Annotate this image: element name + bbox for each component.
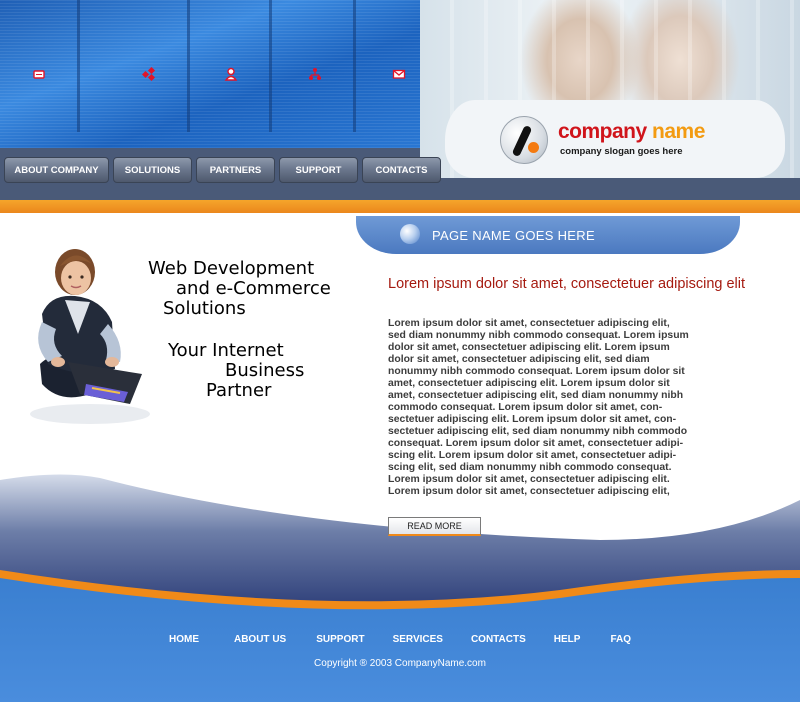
nav-solutions[interactable]: SOLUTIONS xyxy=(113,157,192,183)
footer-link-services[interactable]: SERVICES xyxy=(393,634,443,645)
promo-tagline: Your Internet Business Partner xyxy=(168,341,304,401)
header: company name company slogan goes here AB… xyxy=(0,0,800,215)
nav-contacts[interactable]: CONTACTS xyxy=(362,157,441,183)
footer-link-about-us[interactable]: ABOUT US xyxy=(234,634,286,645)
company-logo-icon[interactable] xyxy=(500,116,548,164)
footer-link-faq[interactable]: FAQ xyxy=(610,634,631,645)
page-title: PAGE NAME GOES HERE xyxy=(432,228,595,243)
company-name-part1: company xyxy=(558,120,647,143)
content-title: Lorem ipsum dolor sit amet, consectetuer… xyxy=(388,276,746,292)
promo-line: Solutions xyxy=(163,298,246,319)
nav-column-solutions xyxy=(110,0,190,132)
promo-line: Your Internet xyxy=(168,340,284,361)
company-name: company name xyxy=(558,120,705,144)
footer-link-support[interactable]: SUPPORT xyxy=(316,634,364,645)
promo-line: and e-Commerce xyxy=(176,278,331,299)
page: company name company slogan goes here AB… xyxy=(0,0,800,702)
bubble-icon xyxy=(400,224,420,244)
header-divider xyxy=(0,213,800,215)
nav-column-support xyxy=(276,0,356,132)
read-more-button[interactable]: READ MORE xyxy=(388,517,481,536)
company-slogan: company slogan goes here xyxy=(560,146,683,157)
footer-link-help[interactable]: HELP xyxy=(554,634,581,645)
company-name-part2: name xyxy=(652,120,705,143)
woman-with-laptop-image xyxy=(30,249,150,424)
hero-banner xyxy=(0,0,440,148)
promo-line: Partner xyxy=(206,380,272,401)
main-nav: ABOUT COMPANY SOLUTIONS PARTNERS SUPPORT… xyxy=(0,157,441,183)
envelope-icon[interactable] xyxy=(389,64,409,84)
nav-column-partners xyxy=(192,0,272,132)
copyright: Copyright ® 2003 CompanyName.com xyxy=(314,658,486,669)
promo-line: Web Development xyxy=(148,258,315,279)
promo-headline: Web Development and e-Commerce Solutions xyxy=(148,259,331,319)
promo-line: Business xyxy=(225,360,305,381)
footer-nav: HOME ABOUT US SUPPORT SERVICES CONTACTS … xyxy=(0,634,800,645)
footer-link-home[interactable]: HOME xyxy=(169,634,199,645)
nav-column-about xyxy=(0,0,80,132)
footer-link-contacts[interactable]: CONTACTS xyxy=(471,634,526,645)
nav-about-company[interactable]: ABOUT COMPANY xyxy=(4,157,109,183)
nav-support[interactable]: SUPPORT xyxy=(279,157,358,183)
sitemap-icon[interactable] xyxy=(305,64,325,84)
nav-partners[interactable]: PARTNERS xyxy=(196,157,275,183)
mail-card-icon[interactable] xyxy=(29,64,49,84)
person-icon[interactable] xyxy=(221,64,241,84)
puzzle-icon[interactable] xyxy=(139,64,159,84)
